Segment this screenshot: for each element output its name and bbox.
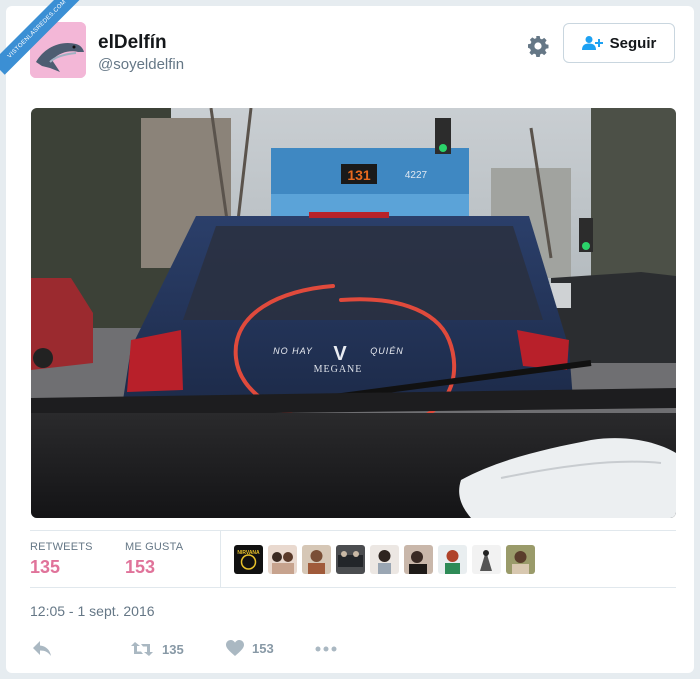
car-sign-logo: V [333, 343, 347, 365]
retweet-icon [131, 642, 153, 656]
display-name[interactable]: elDelfín [98, 32, 167, 54]
retweet-button[interactable]: 135 [130, 640, 184, 658]
retweets-label: RETWEETS [30, 541, 93, 553]
liker-avatar[interactable] [268, 545, 297, 574]
retweets-count: 135 [30, 557, 61, 577]
liker-avatars: NIRVANA [234, 545, 535, 574]
bus-fleet-number: 4227 [405, 170, 428, 181]
more-icon [315, 646, 337, 652]
bus-route-number: 131 [347, 167, 371, 183]
heart-icon [226, 640, 244, 656]
liker-avatar[interactable] [472, 545, 501, 574]
reply-button[interactable] [32, 640, 52, 658]
likes-label: ME GUSTA [125, 541, 184, 553]
tweet-timestamp[interactable]: 12:05 - 1 sept. 2016 [30, 603, 155, 619]
liker-avatar[interactable]: NIRVANA [234, 545, 263, 574]
likes-count: 153 [125, 557, 156, 577]
car-rear-photo: 131 4227 NO HAY V QUIÉN MEGANE [31, 108, 676, 518]
like-action-count: 153 [252, 641, 274, 656]
liker-avatar[interactable] [370, 545, 399, 574]
tweet-card: elDelfín @soyeldelfin Seguir 131 4227 NO… [6, 6, 694, 673]
retweet-action-count: 135 [162, 641, 184, 657]
likes-stat[interactable]: ME GUSTA 153 [125, 541, 183, 578]
liker-avatar[interactable] [506, 545, 535, 574]
follow-label: Seguir [609, 34, 657, 52]
liker-avatar[interactable] [302, 545, 331, 574]
car-sign-left: NO HAY [273, 346, 313, 356]
tweet-photo[interactable]: 131 4227 NO HAY V QUIÉN MEGANE [31, 108, 676, 518]
liker-avatar[interactable] [438, 545, 467, 574]
tweet-actions: 135 153 [30, 638, 430, 662]
stats-divider [220, 531, 221, 587]
username-handle[interactable]: @soyeldelfin [98, 56, 184, 73]
gear-icon[interactable] [526, 34, 550, 58]
retweets-stat[interactable]: RETWEETS 135 [30, 541, 93, 578]
add-user-icon [581, 36, 603, 50]
like-button[interactable]: 153 [226, 640, 274, 657]
liker-avatar[interactable] [336, 545, 365, 574]
car-sign-right: QUIÉN [370, 346, 404, 356]
liker-badge-text: NIRVANA [237, 550, 260, 556]
engagement-stats: RETWEETS 135 ME GUSTA 153 NIRVANA [30, 530, 676, 588]
car-model-badge: MEGANE [314, 364, 363, 375]
follow-button[interactable]: Seguir [563, 23, 675, 63]
more-options-button[interactable] [315, 646, 337, 652]
reply-icon [33, 641, 51, 656]
liker-avatar[interactable] [404, 545, 433, 574]
